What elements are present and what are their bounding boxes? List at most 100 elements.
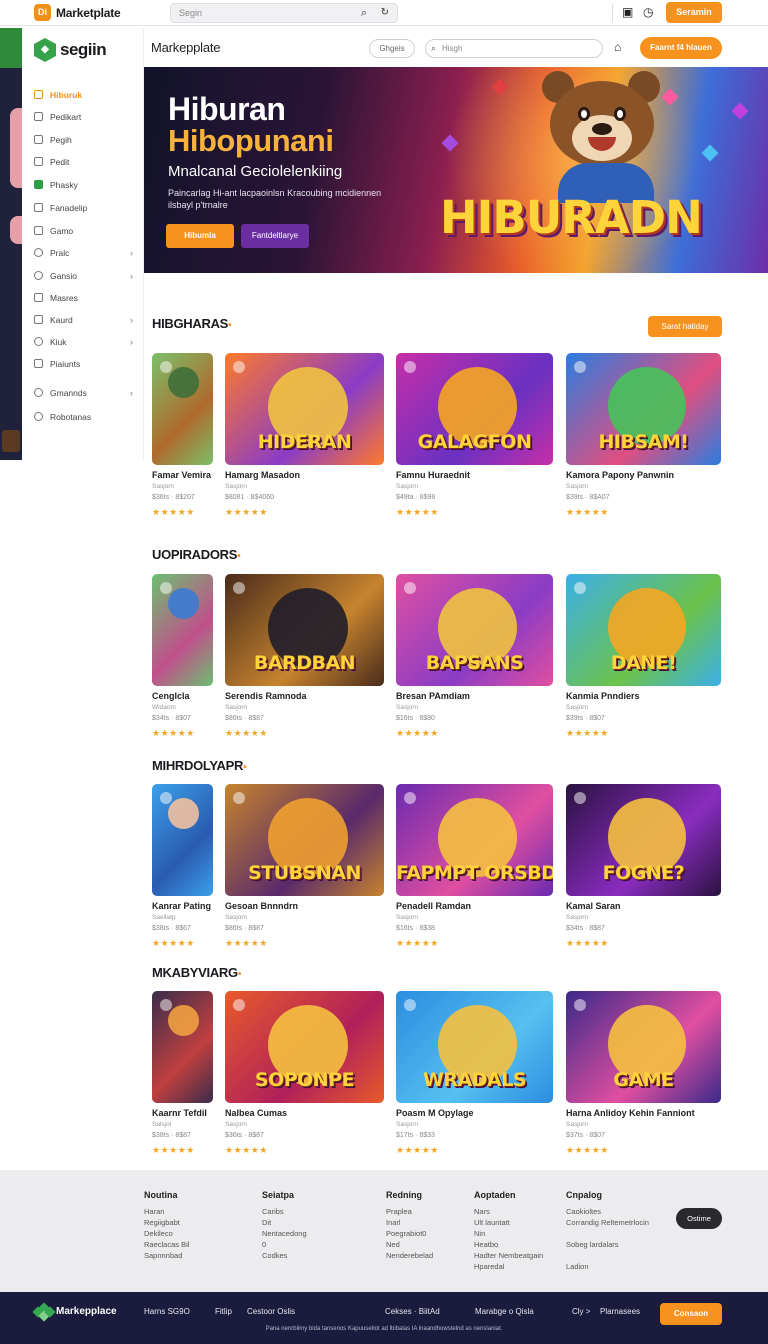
avatar[interactable]	[2, 430, 20, 452]
game-thumbnail[interactable]: HIBSAM!	[566, 353, 721, 465]
clock-icon[interactable]: ◷	[643, 5, 653, 19]
sidebar-item[interactable]: Pedikart	[34, 109, 134, 125]
footer-link[interactable]: Heatbo	[474, 1239, 543, 1250]
sidebar-item[interactable]: Hiburuk	[34, 87, 134, 103]
footer-link[interactable]: Nentacedong	[262, 1228, 307, 1239]
game-thumbnail[interactable]: BARDBAN	[225, 574, 384, 686]
sidebar-item[interactable]: Gamo	[34, 223, 134, 239]
footer-link[interactable]: Nars	[474, 1206, 543, 1217]
sidebar-item[interactable]: Piaiunts	[34, 356, 134, 372]
footer-link[interactable]: Sobeg lardalars	[566, 1239, 649, 1250]
sidebar-item-label: Masres	[50, 293, 78, 303]
bookmark-icon[interactable]: ▣	[622, 5, 633, 19]
footer-link[interactable]: Corrandig Reltemetrlocin	[566, 1217, 649, 1228]
game-thumbnail[interactable]: GALAGFON	[396, 353, 553, 465]
chevron-right-icon[interactable]: ›	[130, 385, 133, 401]
footer-link[interactable]: Hparedal	[474, 1261, 543, 1272]
sidebar-item[interactable]: Pedit	[34, 154, 134, 170]
section-title-text: MKABYVIARG	[152, 965, 238, 980]
top-cta-button[interactable]: Seramin	[666, 2, 722, 23]
game-thumbnail[interactable]	[152, 991, 213, 1103]
footer-link[interactable]: Nin	[474, 1228, 543, 1239]
top-search-input[interactable]: Segin ⌕ ↻	[170, 3, 398, 23]
sidebar-item[interactable]: Pralc ›	[34, 245, 134, 261]
sidebar-item[interactable]: Phasky	[34, 177, 134, 193]
card-rating: ★★★★★	[225, 938, 268, 948]
sidebar-item[interactable]: Fanadelip	[34, 200, 134, 216]
sparkle-decoration	[574, 792, 586, 804]
footer-link[interactable]: Praplea	[386, 1206, 433, 1217]
filter-chip[interactable]: Ghgeis	[369, 39, 415, 58]
footer-link[interactable]: Nenderebelad	[386, 1250, 433, 1261]
footer-link[interactable]: Codkes	[262, 1250, 307, 1261]
footer-link[interactable]: Ult launtatt	[474, 1217, 543, 1228]
game-thumbnail[interactable]: FAPMPT ORSBD	[396, 784, 553, 896]
footer-link[interactable]: Sapnnnbad	[144, 1250, 189, 1261]
hero-primary-button[interactable]: Hibumla	[166, 224, 234, 248]
footer-link[interactable]: Regiigbabt	[144, 1217, 189, 1228]
section-more-button[interactable]: Sarat hatiday	[648, 316, 722, 337]
footer-link[interactable]: Ladion	[566, 1261, 649, 1272]
game-thumbnail[interactable]: WRADALS	[396, 991, 553, 1103]
sidebar-item[interactable]: Masres	[34, 290, 134, 306]
footer-link[interactable]: Hadter Nembeatgain	[474, 1250, 543, 1261]
game-thumbnail[interactable]: FOGNE?	[566, 784, 721, 896]
sparkle-decoration	[233, 792, 245, 804]
footer-link[interactable]: Dit	[262, 1217, 307, 1228]
sidebar-item-label: Gansio	[50, 271, 77, 281]
card-price: $34ts · 8$07	[152, 715, 191, 722]
game-thumbnail[interactable]: GAME	[566, 991, 721, 1103]
footer-link[interactable]: Haran	[144, 1206, 189, 1217]
footer-link[interactable]: Ned	[386, 1239, 433, 1250]
sidebar-item[interactable]: Robotanas	[34, 409, 134, 425]
edge-tab[interactable]	[10, 108, 22, 188]
bottom-bar-link[interactable]: Plarnasees	[600, 1307, 640, 1316]
sidebar-item[interactable]: Pegih	[34, 132, 134, 148]
game-thumbnail[interactable]: BAPSANS	[396, 574, 553, 686]
header-cta-button[interactable]: Faarnt f4 hlauen	[640, 37, 722, 59]
search-icon[interactable]: ⌕	[361, 7, 367, 20]
home-icon[interactable]: ⌂	[614, 40, 621, 54]
accent-dot-icon: •	[237, 551, 241, 562]
sidebar-item[interactable]: Gmannds ›	[34, 385, 134, 401]
game-thumbnail[interactable]	[152, 353, 213, 465]
footer-link[interactable]: Poegrabiot0	[386, 1228, 433, 1239]
app-logo-icon[interactable]: Di	[34, 4, 51, 21]
sidebar-item[interactable]: Gansio ›	[34, 268, 134, 284]
footer-link[interactable]: Raeclacas Bil	[144, 1239, 189, 1250]
footer-link[interactable]: Dekileco	[144, 1228, 189, 1239]
circle-icon	[34, 412, 43, 421]
game-thumbnail[interactable]	[152, 784, 213, 896]
sidebar-item[interactable]: Kiuk ›	[34, 334, 134, 350]
game-thumbnail[interactable]: STUBSNAN	[225, 784, 384, 896]
game-thumbnail[interactable]: HIDERAN	[225, 353, 384, 465]
game-thumbnail[interactable]: DANE!	[566, 574, 721, 686]
game-thumbnail[interactable]	[152, 574, 213, 686]
footer-link[interactable]: Caribs	[262, 1206, 307, 1217]
sidebar-item[interactable]: Kaurd ›	[34, 312, 134, 328]
card-rating: ★★★★★	[225, 1145, 268, 1155]
edge-tab[interactable]	[10, 216, 22, 244]
hero-secondary-button[interactable]: Fantdeltlarye	[241, 224, 309, 248]
footer-link[interactable]: Caokioltes	[566, 1206, 649, 1217]
bottom-bar-link[interactable]: Marabge o Qisla	[475, 1307, 534, 1316]
game-thumbnail[interactable]: SOPONPE	[225, 991, 384, 1103]
character-illustration	[168, 588, 199, 619]
footer-link[interactable]: Inarl	[386, 1217, 433, 1228]
chevron-right-icon[interactable]: ›	[130, 245, 133, 261]
bottom-bar-link[interactable]: Cly >	[572, 1307, 590, 1316]
chevron-right-icon[interactable]: ›	[130, 312, 133, 328]
bottom-bar-link[interactable]: Cekses · BiitAd	[385, 1307, 440, 1316]
chevron-right-icon[interactable]: ›	[130, 268, 133, 284]
bottom-bar-link[interactable]: Cestoor Oslis	[247, 1307, 295, 1316]
bottom-bar-link[interactable]: Fitlip	[215, 1307, 232, 1316]
bottom-cta-button[interactable]: Consaon	[660, 1303, 722, 1325]
footer-pill-button[interactable]: Ostime	[676, 1208, 722, 1229]
footer-link[interactable]: 0	[262, 1239, 307, 1250]
brand-logo-icon	[32, 1302, 56, 1322]
refresh-icon[interactable]: ↻	[381, 7, 389, 18]
chevron-right-icon[interactable]: ›	[130, 334, 133, 350]
bottom-bar-link[interactable]: Harns SG9O	[144, 1307, 190, 1316]
main-search-input[interactable]: ⌕ Hisgh	[425, 39, 603, 58]
card-price: $39ts · 8$A07	[566, 494, 610, 501]
